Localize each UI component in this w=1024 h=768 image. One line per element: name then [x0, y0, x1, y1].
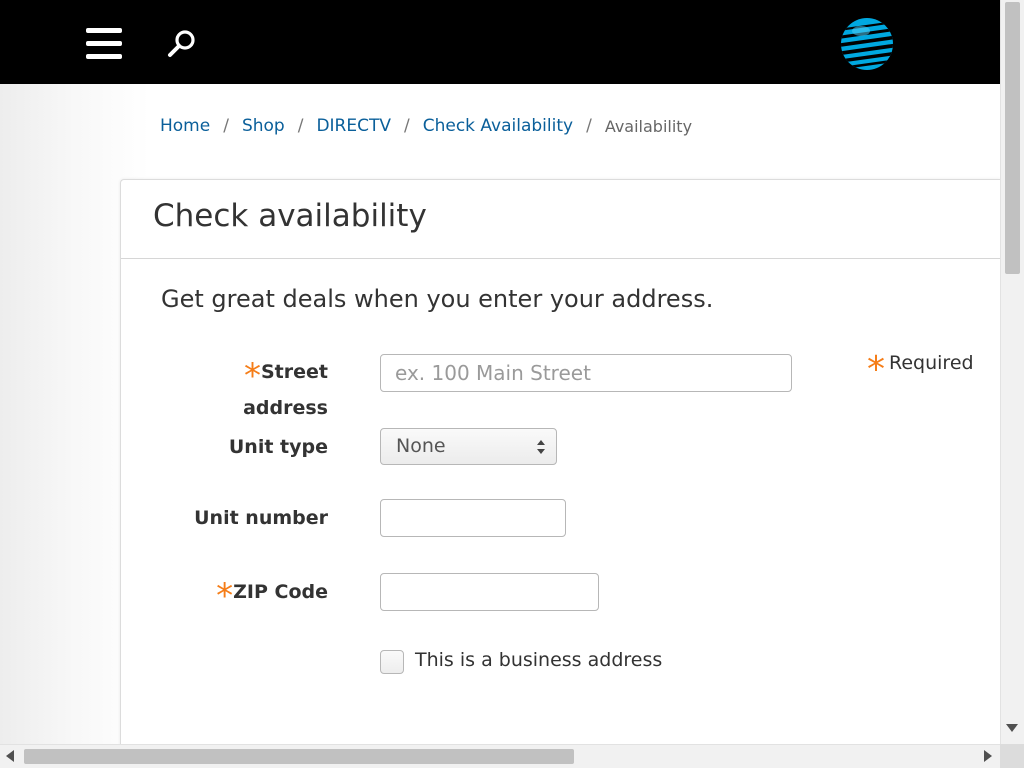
street-address-label: *Street address [243, 356, 328, 419]
required-asterisk: * [216, 576, 234, 616]
breadcrumb-separator: / [223, 116, 229, 136]
unit-type-select[interactable]: None [380, 428, 557, 465]
unit-type-selected-value: None [396, 435, 446, 457]
business-address-checkbox[interactable] [380, 650, 404, 674]
breadcrumb: Home / Shop / DIRECTV / Check Availabili… [160, 114, 692, 138]
att-globe-logo[interactable] [840, 17, 894, 71]
unit-type-label: Unit type [228, 436, 328, 458]
breadcrumb-home[interactable]: Home [160, 116, 210, 136]
breadcrumb-separator: / [297, 116, 304, 136]
search-icon[interactable] [166, 28, 198, 60]
scrollbar-corner [1000, 744, 1024, 768]
horizontal-scroll-thumb[interactable] [24, 749, 574, 764]
breadcrumb-current: Availability [604, 116, 693, 136]
hamburger-icon[interactable] [86, 26, 122, 60]
required-note: * Required [867, 349, 974, 390]
breadcrumb-separator: / [586, 116, 592, 136]
form-subtitle: Get great deals when you enter your addr… [161, 285, 714, 313]
unit-number-input[interactable] [380, 499, 566, 537]
scroll-right-arrow-icon[interactable] [984, 750, 992, 762]
breadcrumb-separator: / [403, 116, 410, 136]
breadcrumb-directv[interactable]: DIRECTV [316, 116, 391, 136]
vertical-scrollbar[interactable] [1000, 0, 1024, 744]
unit-number-label: Unit number [194, 507, 328, 529]
zip-code-input[interactable] [380, 573, 599, 611]
breadcrumb-shop[interactable]: Shop [242, 116, 285, 136]
scroll-left-arrow-icon[interactable] [6, 750, 14, 762]
street-address-input[interactable] [380, 354, 792, 392]
select-arrows-icon [537, 440, 545, 454]
scroll-down-arrow-icon[interactable] [1006, 724, 1018, 732]
business-address-label[interactable]: This is a business address [415, 649, 662, 671]
horizontal-scrollbar[interactable] [0, 744, 1000, 768]
top-navigation-bar [0, 0, 1000, 84]
required-asterisk: * [244, 356, 261, 396]
title-divider [121, 258, 1001, 259]
vertical-scroll-thumb[interactable] [1005, 2, 1020, 274]
zip-code-label: *ZIP Code [216, 576, 328, 616]
required-asterisk: * [867, 349, 885, 390]
page-title: Check availability [153, 198, 427, 234]
breadcrumb-check-availability[interactable]: Check Availability [423, 116, 573, 136]
